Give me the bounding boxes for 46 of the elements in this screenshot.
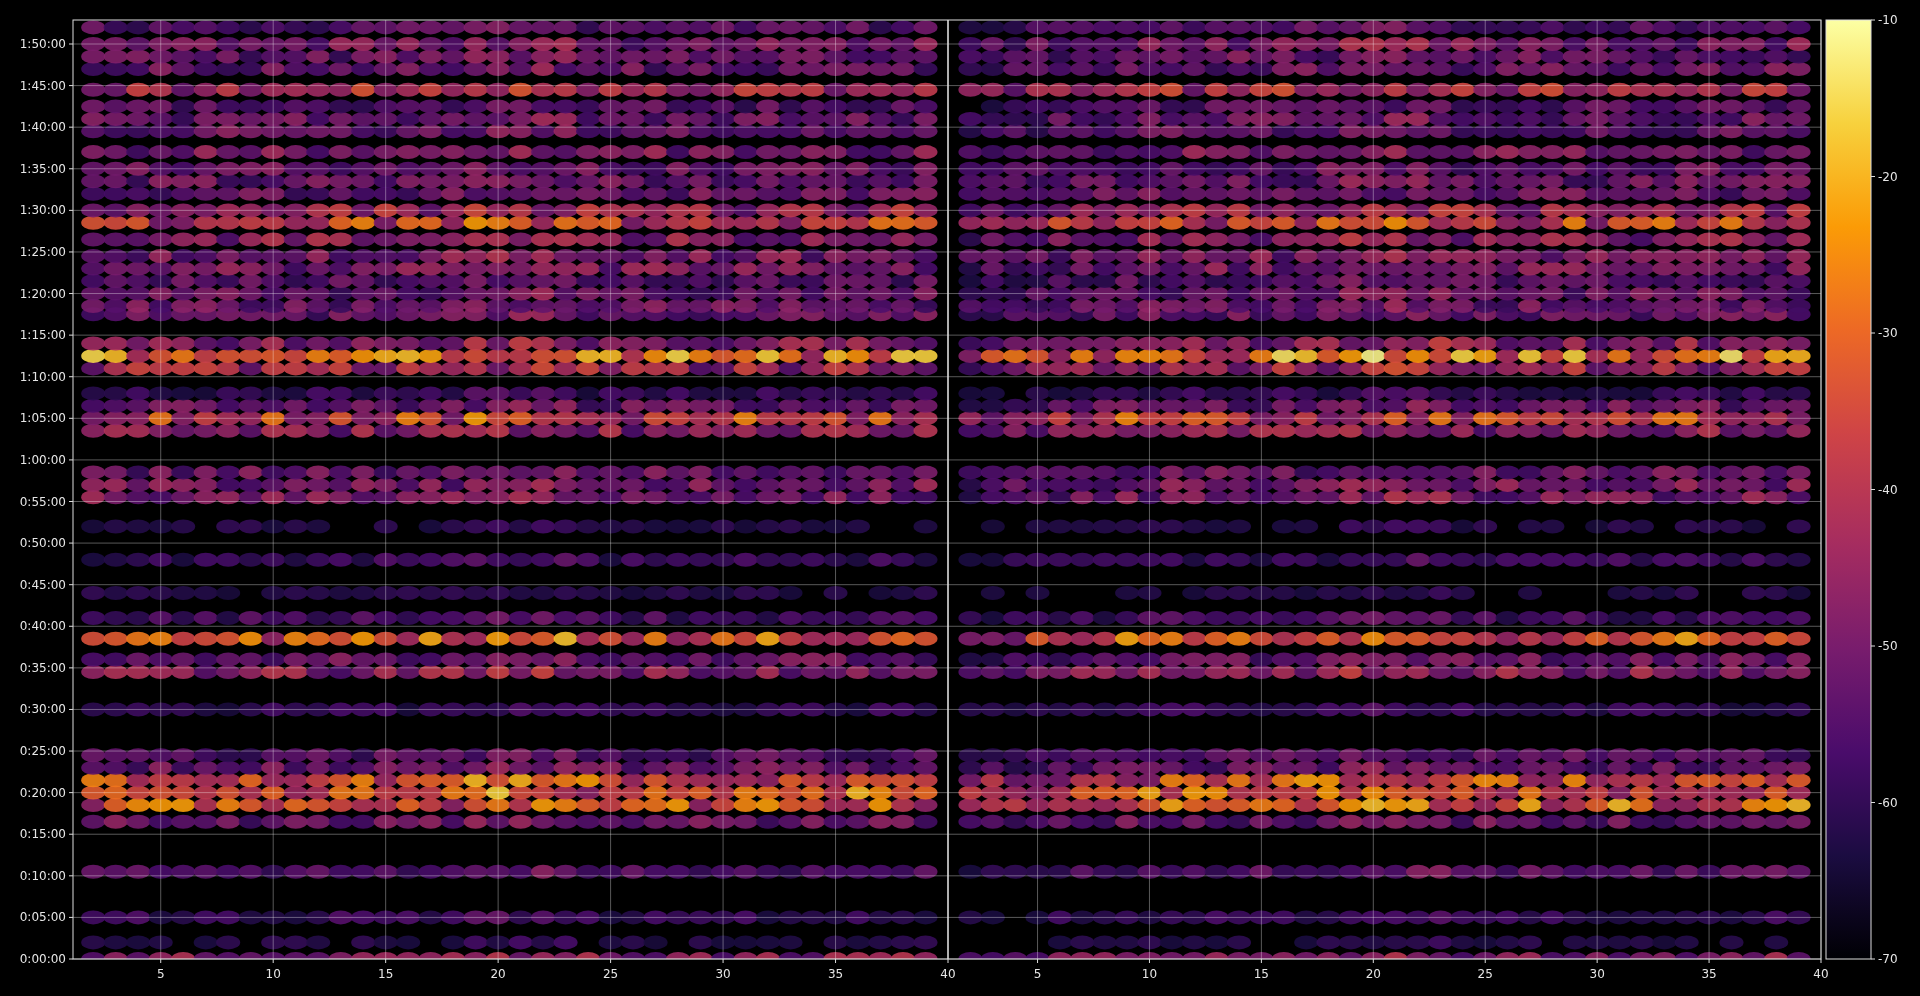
y-tick-label: 1:40:00 bbox=[19, 120, 66, 135]
y-tick-label: 0:45:00 bbox=[19, 577, 66, 592]
y-tick-label: 0:40:00 bbox=[19, 619, 66, 634]
x-tick-label: 40 bbox=[1813, 967, 1829, 981]
y-tick-label: 1:20:00 bbox=[19, 286, 66, 301]
colorbar-tick-label: -40 bbox=[1878, 482, 1898, 497]
y-tick-label: 1:00:00 bbox=[19, 452, 66, 467]
y-tick-label: 1:25:00 bbox=[19, 244, 66, 259]
x-tick-label: 15 bbox=[1253, 967, 1270, 981]
y-tick-label: 0:20:00 bbox=[19, 785, 66, 800]
y-tick-label: 1:30:00 bbox=[19, 203, 66, 218]
x-tick-label: 20 bbox=[1365, 967, 1381, 981]
x-tick-label: 10 bbox=[265, 967, 281, 981]
y-tick-label: 0:50:00 bbox=[19, 536, 66, 551]
y-tick-label: 1:05:00 bbox=[19, 411, 66, 426]
x-tick-label: 10 bbox=[1141, 967, 1158, 981]
y-tick-label: 0:00:00 bbox=[19, 952, 66, 966]
colorbar-tick-label: -70 bbox=[1878, 952, 1898, 966]
colorbar-tick-label: -60 bbox=[1878, 795, 1898, 810]
colorbar-tick-label: -20 bbox=[1878, 169, 1898, 184]
x-tick-label: 25 bbox=[602, 967, 619, 981]
y-tick-label: 1:50:00 bbox=[19, 37, 66, 51]
x-tick-label: 35 bbox=[827, 967, 844, 981]
y-tick-label: 0:35:00 bbox=[19, 660, 66, 675]
x-tick-label: 30 bbox=[1589, 967, 1605, 981]
y-tick-label: 1:35:00 bbox=[19, 161, 66, 176]
x-tick-label: 35 bbox=[1701, 967, 1717, 981]
colorbar-tick-label: -50 bbox=[1878, 639, 1898, 653]
x-tick-label: 15 bbox=[378, 967, 394, 981]
x-tick-label: 30 bbox=[715, 967, 731, 981]
y-tick-label: 0:10:00 bbox=[19, 868, 66, 883]
y-tick-label: 0:05:00 bbox=[19, 910, 66, 925]
y-tick-label: 1:45:00 bbox=[19, 78, 66, 93]
y-tick-label: 1:15:00 bbox=[19, 328, 66, 343]
colorbar-tick-label: -30 bbox=[1878, 326, 1898, 340]
y-tick-label: 0:30:00 bbox=[19, 702, 66, 717]
x-tick-label: 25 bbox=[1477, 967, 1493, 981]
y-tick-label: 0:25:00 bbox=[19, 744, 66, 759]
y-tick-label: 1:10:00 bbox=[19, 369, 66, 384]
x-tick-label: 20 bbox=[490, 967, 506, 981]
y-tick-label: 0:15:00 bbox=[19, 827, 66, 842]
colorbar-tick-label: -10 bbox=[1878, 13, 1898, 27]
y-tick-label: 0:55:00 bbox=[19, 494, 66, 509]
x-tick-label: 5 bbox=[1033, 967, 1042, 981]
x-tick-label: 40 bbox=[940, 967, 956, 981]
x-tick-label: 5 bbox=[156, 967, 165, 981]
